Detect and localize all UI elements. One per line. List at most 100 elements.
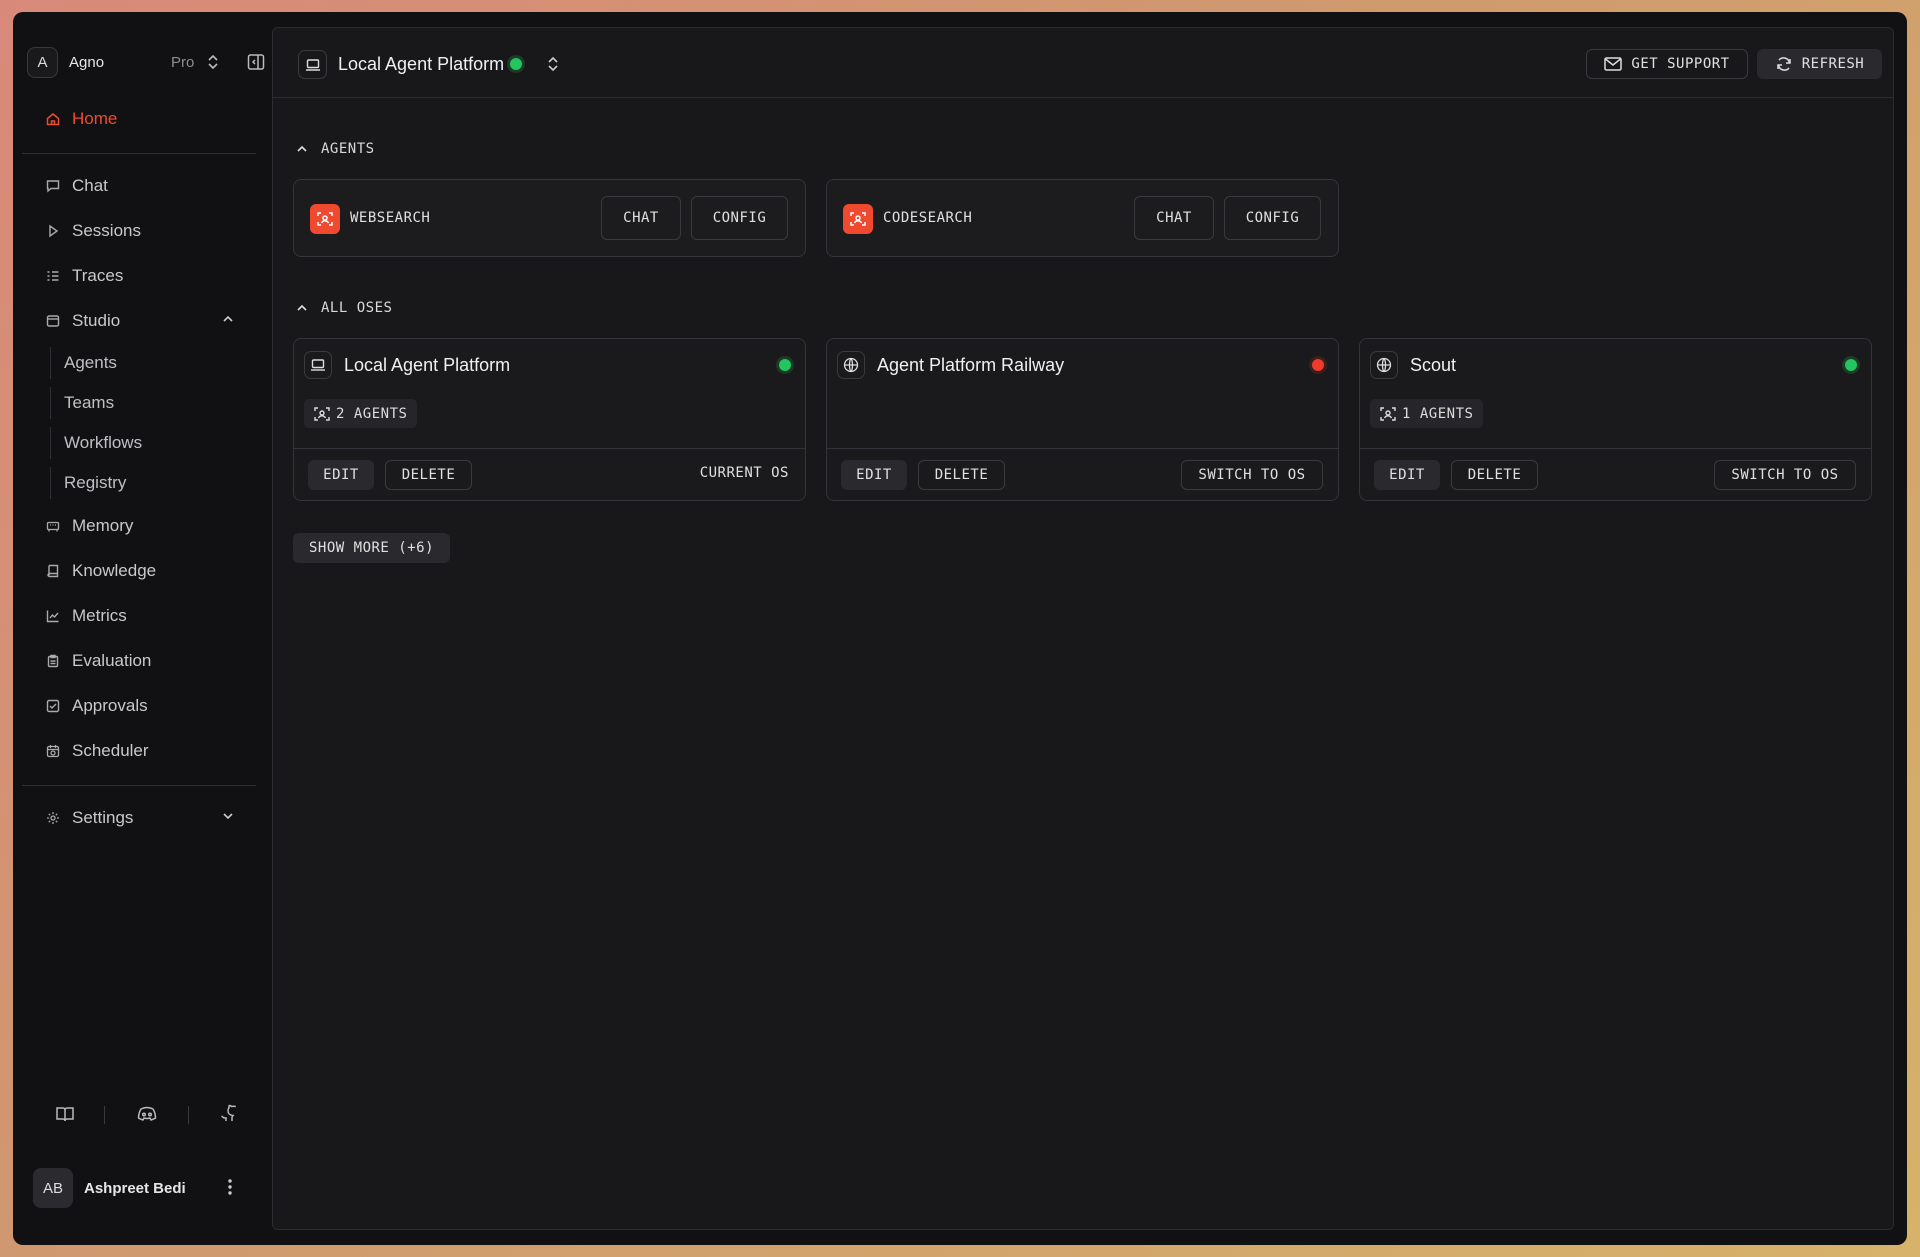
- chat-button-label: CHAT: [623, 210, 659, 226]
- list-tree-icon: [45, 268, 61, 284]
- window-icon: [45, 313, 61, 329]
- sidebar-item-label: Scheduler: [72, 741, 149, 760]
- edit-button[interactable]: EDIT: [841, 460, 907, 490]
- sidebar-subitem-label: Registry: [64, 473, 127, 492]
- org-avatar: A: [27, 46, 58, 78]
- sidebar-subitem-label: Agents: [64, 353, 117, 372]
- config-button[interactable]: CONFIG: [691, 196, 788, 240]
- sidebar-item-metrics[interactable]: Metrics: [27, 598, 259, 634]
- mail-icon: [1604, 57, 1623, 71]
- chat-button-label: CHAT: [1156, 210, 1192, 226]
- delete-button-label: DELETE: [934, 467, 989, 483]
- config-button[interactable]: CONFIG: [1224, 196, 1321, 240]
- sidebar-item-chat[interactable]: Chat: [27, 168, 259, 204]
- os-card: Local Agent Platform 2 AGENTS EDIT DELET…: [293, 338, 806, 501]
- sidebar-item-approvals[interactable]: Approvals: [27, 688, 259, 724]
- delete-button[interactable]: DELETE: [1451, 460, 1538, 490]
- edit-button[interactable]: EDIT: [1374, 460, 1440, 490]
- user-profile[interactable]: AB Ashpreet Bedi: [33, 1167, 255, 1209]
- section-title: ALL OSES: [321, 300, 393, 316]
- sidebar-item-scheduler[interactable]: Scheduler: [27, 733, 259, 769]
- os-selector-title[interactable]: Local Agent Platform: [338, 54, 504, 75]
- show-more-button[interactable]: SHOW MORE (+6): [293, 533, 451, 563]
- os-name: Local Agent Platform: [344, 354, 511, 375]
- os-card: Agent Platform Railway EDIT DELETE SWITC…: [826, 338, 1339, 501]
- sidebar-item-sessions[interactable]: Sessions: [27, 213, 259, 249]
- sidebar-item-label: Settings: [72, 808, 134, 827]
- top-bar: Local Agent Platform GET SUPPORT REFRESH: [273, 28, 1893, 98]
- sidebar-item-studio[interactable]: Studio: [27, 303, 259, 339]
- os-card-header: Agent Platform Railway: [837, 351, 1064, 379]
- memory-chip-icon: [45, 518, 61, 534]
- user-name: Ashpreet Bedi: [84, 1179, 186, 1197]
- os-card-header: Scout: [1370, 351, 1456, 379]
- sidebar-item-home[interactable]: Home: [27, 101, 259, 137]
- sidebar-item-memory[interactable]: Memory: [27, 508, 259, 544]
- sidebar-item-label: Chat: [72, 176, 108, 195]
- refresh-label: REFRESH: [1801, 56, 1865, 72]
- os-card: Scout 1 AGENTS EDIT DELETE SWITCH TO OS: [1359, 338, 1872, 501]
- chat-button[interactable]: CHAT: [601, 196, 681, 240]
- github-icon[interactable]: [219, 1104, 239, 1129]
- agents-count-badge: 1 AGENTS: [1370, 399, 1484, 428]
- agents-count-badge: 2 AGENTS: [304, 399, 418, 428]
- more-vertical-icon[interactable]: [227, 1178, 233, 1201]
- laptop-icon: [304, 351, 332, 379]
- switch-to-os-label: SWITCH TO OS: [1198, 467, 1306, 483]
- refresh-button[interactable]: REFRESH: [1757, 49, 1882, 79]
- sidebar-subitem-teams[interactable]: Teams: [50, 387, 250, 419]
- get-support-label: GET SUPPORT: [1631, 56, 1730, 72]
- sidebar-divider: [22, 153, 256, 154]
- os-status-dot: [1312, 359, 1324, 371]
- config-button-label: CONFIG: [712, 210, 767, 226]
- delete-button[interactable]: DELETE: [918, 460, 1005, 490]
- chevron-up-icon: [297, 145, 307, 152]
- org-plan: Pro: [171, 53, 195, 71]
- switch-to-os-button[interactable]: SWITCH TO OS: [1181, 460, 1323, 490]
- switch-to-os-button[interactable]: SWITCH TO OS: [1714, 460, 1856, 490]
- oses-section-toggle[interactable]: ALL OSES: [295, 300, 392, 316]
- sidebar-item-label: Traces: [72, 266, 124, 285]
- sidebar-item-settings[interactable]: Settings: [27, 800, 259, 836]
- sidebar-subitem-label: Teams: [64, 393, 115, 412]
- agent-scan-icon: [314, 406, 330, 421]
- chevron-up-icon[interactable]: [221, 311, 235, 331]
- sidebar-subitem-workflows[interactable]: Workflows: [50, 427, 250, 459]
- os-card-divider: [294, 448, 805, 449]
- sidebar: A Agno Pro Home Chat Sessions Traces Stu…: [13, 12, 271, 1245]
- agent-card: CODESEARCH CHAT CONFIG: [826, 179, 1339, 257]
- docs-book-icon[interactable]: [55, 1104, 75, 1129]
- sidebar-item-traces[interactable]: Traces: [27, 258, 259, 294]
- calendar-clock-icon: [45, 743, 61, 759]
- chevron-down-icon[interactable]: [221, 808, 235, 828]
- line-chart-icon: [45, 608, 61, 624]
- switch-to-os-label: SWITCH TO OS: [1731, 467, 1839, 483]
- chevron-up-icon: [297, 304, 307, 311]
- current-os-label: CURRENT OS: [699, 465, 789, 481]
- discord-icon[interactable]: [136, 1104, 158, 1129]
- chevron-up-down-icon[interactable]: [547, 55, 559, 78]
- clipboard-icon: [45, 653, 61, 669]
- agents-section-toggle[interactable]: AGENTS: [295, 141, 375, 157]
- agent-card: WEBSEARCH CHAT CONFIG: [293, 179, 806, 257]
- os-status-dot: [779, 359, 791, 371]
- get-support-button[interactable]: GET SUPPORT: [1586, 49, 1748, 79]
- edit-button-label: EDIT: [323, 467, 359, 483]
- chat-button[interactable]: CHAT: [1134, 196, 1214, 240]
- chevron-up-down-icon[interactable]: [207, 53, 219, 76]
- sidebar-item-label: Metrics: [72, 606, 127, 625]
- delete-button[interactable]: DELETE: [385, 460, 472, 490]
- sidebar-collapse-icon[interactable]: [247, 53, 265, 76]
- footer-separator: [104, 1106, 105, 1124]
- sidebar-item-evaluation[interactable]: Evaluation: [27, 643, 259, 679]
- edit-button[interactable]: EDIT: [308, 460, 374, 490]
- sidebar-subitem-registry[interactable]: Registry: [50, 467, 250, 499]
- os-status-dot: [510, 58, 522, 70]
- sidebar-subitem-agents[interactable]: Agents: [50, 347, 250, 379]
- app-window: A Agno Pro Home Chat Sessions Traces Stu…: [13, 12, 1907, 1245]
- os-card-header: Local Agent Platform: [304, 351, 510, 379]
- org-switcher[interactable]: A Agno Pro: [27, 46, 265, 78]
- sidebar-item-knowledge[interactable]: Knowledge: [27, 553, 259, 589]
- os-name: Agent Platform Railway: [877, 354, 1065, 375]
- sidebar-item-label: Sessions: [72, 221, 141, 240]
